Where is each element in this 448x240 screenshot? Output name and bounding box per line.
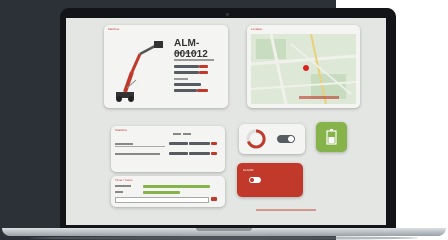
status-row-1 bbox=[174, 65, 199, 68]
gauge-card[interactable] bbox=[239, 124, 305, 154]
stats-row-2-value bbox=[169, 152, 188, 155]
laptop-notch bbox=[196, 228, 252, 231]
hours-submit-button[interactable] bbox=[211, 197, 217, 201]
stats-card-header: Statistics bbox=[115, 128, 128, 132]
stats-row-1-value2 bbox=[189, 142, 210, 145]
battery-card[interactable] bbox=[316, 122, 347, 152]
machine-detail-line bbox=[174, 59, 214, 61]
machine-card[interactable]: Machine ALM-001012 JIMMI 1200 EVO bbox=[104, 25, 228, 108]
webcam bbox=[226, 13, 229, 16]
stats-row-2-action[interactable] bbox=[211, 152, 217, 155]
hours-card-header: Timer / hours bbox=[115, 178, 133, 182]
hours-card[interactable]: Timer / hours bbox=[111, 176, 225, 207]
stats-row-1-line bbox=[115, 146, 165, 147]
status-row-4 bbox=[174, 89, 197, 92]
location-pin-icon bbox=[303, 65, 309, 71]
stats-row-1-value bbox=[169, 142, 188, 145]
status-row-2 bbox=[174, 71, 199, 74]
hours-row-1-bar bbox=[143, 185, 210, 188]
hours-row-2-bar bbox=[143, 191, 180, 194]
hours-row-2-label bbox=[115, 191, 123, 193]
machine-id: ALM-001012 bbox=[174, 38, 208, 60]
lift-machine-image bbox=[116, 41, 163, 102]
stats-row-1-label bbox=[115, 143, 133, 145]
machine-card-header: Machine bbox=[108, 27, 120, 31]
status-row-1-badge bbox=[199, 65, 208, 68]
status-label bbox=[174, 78, 188, 80]
alarm-toggle[interactable] bbox=[249, 177, 261, 183]
alarm-card[interactable]: ALARM bbox=[237, 163, 303, 197]
map-card[interactable]: Location bbox=[247, 25, 360, 108]
battery-icon bbox=[326, 129, 337, 145]
stats-row-2-value2 bbox=[189, 152, 210, 155]
status-row-2-badge bbox=[199, 71, 208, 74]
stats-col-header-1 bbox=[173, 133, 181, 135]
status-row-4-badge bbox=[197, 89, 208, 92]
stats-row-1-action[interactable] bbox=[211, 142, 217, 145]
status-row-3 bbox=[174, 83, 201, 86]
stats-col-header-2 bbox=[183, 133, 191, 135]
alarm-label: ALARM bbox=[243, 168, 254, 172]
hours-row-1-label bbox=[115, 185, 131, 187]
gauge-icon bbox=[246, 129, 266, 149]
laptop-screen: Machine ALM-001012 JIMMI 1200 EVO Locati… bbox=[66, 18, 386, 225]
laptop-shadow bbox=[30, 236, 418, 240]
map-view[interactable] bbox=[251, 34, 356, 104]
hours-input[interactable] bbox=[115, 197, 209, 203]
gauge-toggle[interactable] bbox=[277, 135, 295, 143]
footer-text bbox=[256, 209, 316, 211]
machine-model: JIMMI 1200 EVO bbox=[174, 51, 198, 55]
stats-row-2-label bbox=[115, 153, 160, 155]
stats-card[interactable]: Statistics bbox=[111, 126, 225, 172]
map-card-header: Location bbox=[251, 27, 263, 31]
